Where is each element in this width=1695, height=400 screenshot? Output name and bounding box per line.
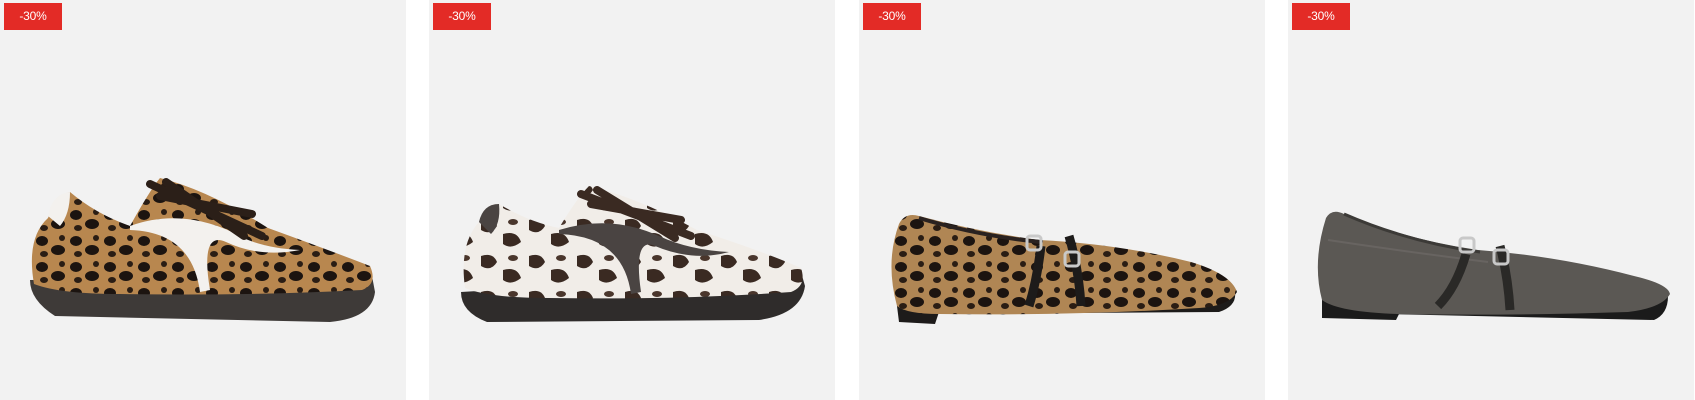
discount-badge: -30% — [4, 3, 62, 30]
leopard-sneaker-image[interactable] — [0, 0, 406, 400]
product-grid: -30% -30% -30% -30% — [0, 0, 1695, 400]
cow-print-sneaker-image[interactable] — [429, 0, 835, 400]
product-card-1[interactable]: -30% — [0, 0, 406, 400]
discount-badge: -30% — [1292, 3, 1350, 30]
product-card-2[interactable]: -30% — [429, 0, 835, 400]
discount-badge: -30% — [863, 3, 921, 30]
product-card-4[interactable]: -30% — [1288, 0, 1694, 400]
discount-badge: -30% — [433, 3, 491, 30]
product-card-3[interactable]: -30% — [859, 0, 1265, 400]
leopard-mary-jane-flat-image[interactable] — [859, 0, 1265, 400]
grey-mary-jane-flat-image[interactable] — [1288, 0, 1694, 400]
